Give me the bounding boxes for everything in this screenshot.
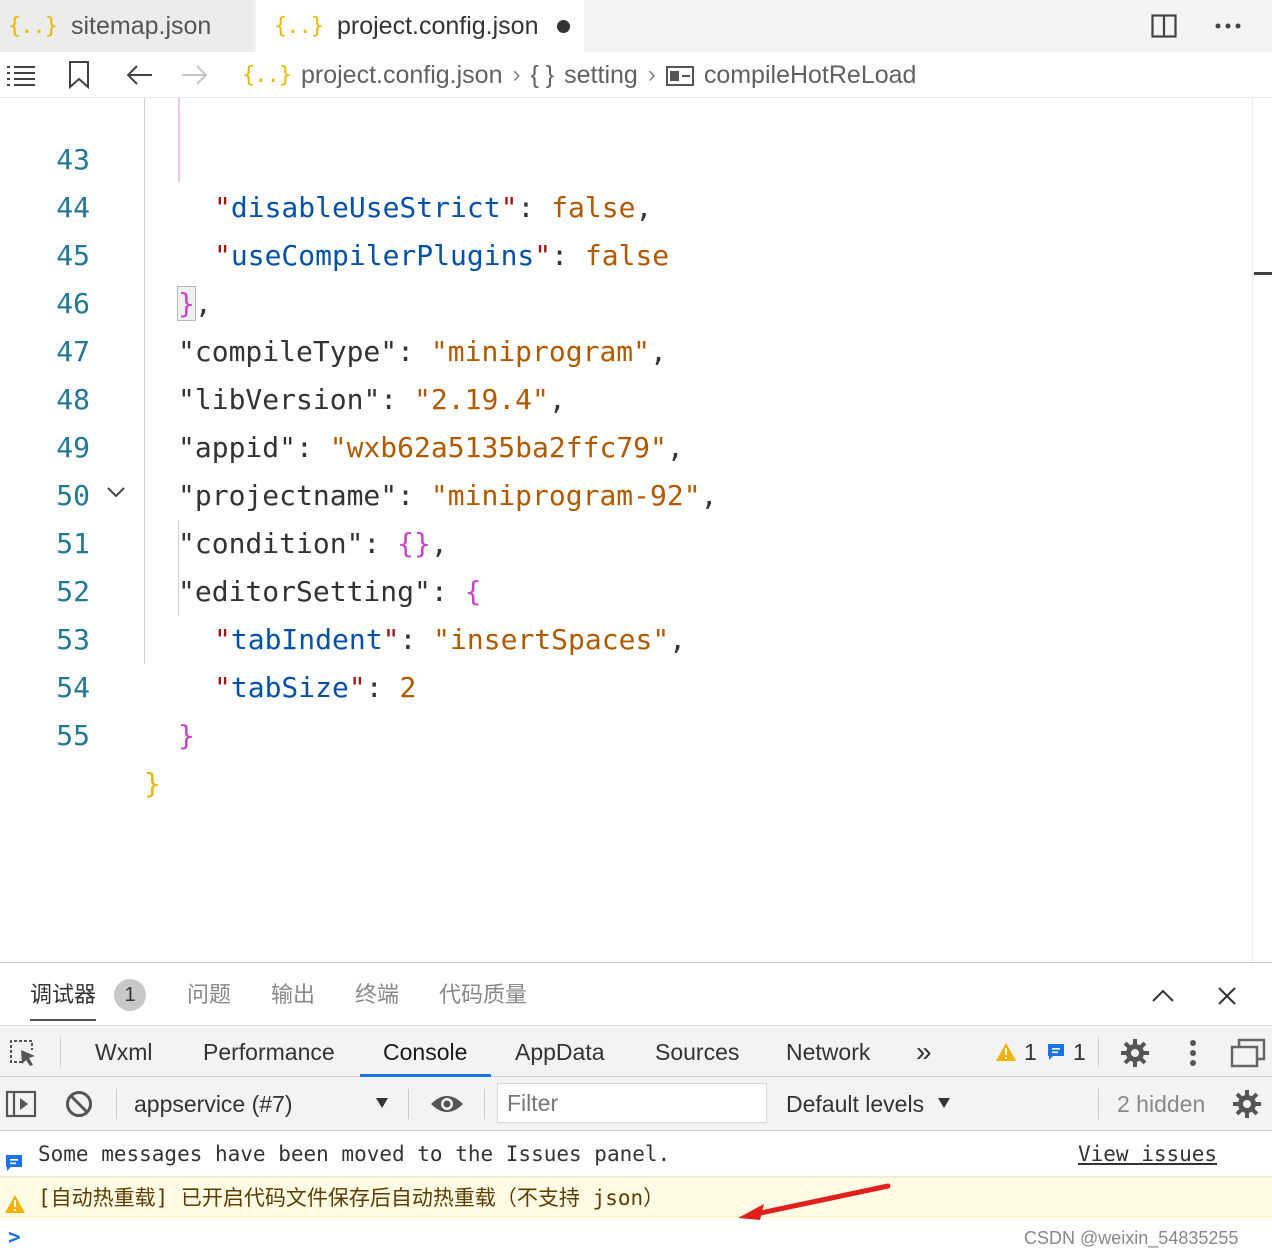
code-line: 44 "useCompilerPlugins": false [0,136,1252,272]
undock-window-icon[interactable] [1228,1036,1268,1070]
prompt-chevron-icon: > [8,1225,21,1249]
code-line: 48 "appid": "wxb62a5135ba2ffc79", [0,328,1252,464]
console-warning-message: [自动热重载] 已开启代码文件保存后自动热重载（不支持 json） [0,1177,1272,1217]
tab-sitemap-json[interactable]: {..} sitemap.json [0,0,254,52]
devtools-tab-console[interactable]: Console [383,1026,467,1078]
breadcrumb-setting[interactable]: setting [564,61,638,90]
json-file-icon: {..} [8,13,58,39]
watermark: CSDN @weixin_54835255 [1024,1228,1239,1248]
hidden-count: 2 hidden [1117,1091,1206,1117]
code-line: 54 } [0,616,1252,752]
code-line: 55 } [0,664,1252,800]
kebab-menu-icon[interactable] [1178,1036,1208,1070]
bottom-panel: 调试器 1 问题 输出 终端 代码质量 Wxml Performance Con… [0,962,1272,1258]
warning-icon[interactable] [994,1040,1018,1064]
chevron-right-icon: › [647,61,656,88]
code-line: 50 "condition": {}, [0,424,1252,560]
breadcrumb: {..} project.config.json › { } setting ›… [242,52,916,98]
code-line: 43 "disableUseStrict": false, [0,98,1252,224]
more-tabs-icon[interactable]: » [916,1026,932,1078]
code-line: 51 "editorSetting": { [0,472,1252,608]
back-arrow-icon[interactable] [122,58,156,92]
panel-tab-terminal[interactable]: 终端 [355,977,399,1009]
boolean-property-icon [665,61,694,90]
tab-label: sitemap.json [70,11,212,40]
inspect-element-icon[interactable] [6,1036,40,1070]
log-levels-dropdown[interactable]: Default levels [786,1077,924,1131]
panel-tab-debugger[interactable]: 调试器 [30,977,96,1009]
devtools-tab-bar: Wxml Performance Console AppData Sources… [0,1025,1272,1077]
warning-icon [4,1187,26,1213]
more-actions-icon[interactable] [1210,8,1246,44]
view-issues-link[interactable]: View issues [1078,1131,1217,1177]
toggle-sidebar-icon[interactable] [4,1089,38,1119]
context-selector[interactable]: appservice (#7) [134,1077,293,1131]
separator [408,1089,409,1119]
annotation-arrow-icon [738,1183,891,1220]
chevron-right-icon: › [512,61,521,88]
breadcrumb-bar: {..} project.config.json › { } setting ›… [0,52,1272,98]
code-line: 53 "tabSize": 2 [0,568,1252,704]
devtools-tab-network[interactable]: Network [786,1026,870,1078]
console-settings-gear-icon[interactable] [1230,1087,1264,1121]
code-line: 52 "tabIndent": "insertSpaces", [0,520,1252,656]
code-line: 47 "libVersion": "2.19.4", [0,280,1252,416]
info-message-icon [4,1143,26,1171]
forward-arrow-icon[interactable] [178,58,212,92]
dropdown-triangle-icon[interactable] [372,1093,392,1113]
settings-gear-icon[interactable] [1118,1036,1152,1070]
devtools-tab-appdata[interactable]: AppData [515,1026,605,1078]
devtools-tab-performance[interactable]: Performance [203,1026,335,1078]
info-message-icon[interactable] [1044,1040,1068,1064]
clear-console-icon[interactable] [62,1089,96,1119]
separator [1098,1089,1099,1119]
code-editor[interactable]: 43 "disableUseStrict": false, 44 "useCom… [0,98,1252,962]
active-tab-indicator [30,1019,96,1021]
bookmark-icon[interactable] [62,58,96,92]
object-braces-icon: { } [530,60,555,89]
code-line: 49 "projectname": "miniprogram-92", [0,376,1252,512]
chevron-up-icon[interactable] [1148,981,1178,1011]
info-count[interactable]: 1 [1073,1026,1086,1078]
json-file-icon: {..} [242,62,292,88]
editor-tab-bar: {..} sitemap.json {..} project.config.js… [0,0,1272,52]
devtools-tab-wxml[interactable]: Wxml [95,1026,152,1078]
dropdown-triangle-icon[interactable] [934,1093,954,1113]
list-icon[interactable] [4,58,38,92]
console-info-message: Some messages have been moved to the Iss… [0,1131,1272,1177]
split-editor-icon[interactable] [1146,8,1182,44]
warning-count[interactable]: 1 [1024,1026,1037,1078]
line-number: 55 [56,719,90,752]
code-line: 45 }, [0,184,1252,321]
close-icon[interactable] [1212,981,1242,1011]
scrollbar-cursor-marker [1254,272,1272,275]
fold-chevron-down-icon[interactable] [104,480,128,504]
breadcrumb-leaf[interactable]: compileHotReLoad [704,61,917,90]
panel-tab-problems[interactable]: 问题 [187,977,231,1009]
editor-scrollbar[interactable] [1252,98,1272,962]
live-expression-eye-icon[interactable] [428,1089,466,1119]
warning-message-text: [自动热重载] 已开启代码文件保存后自动热重载（不支持 json） [38,1186,665,1210]
separator [60,1037,61,1067]
tab-label: project.config.json [336,11,539,40]
json-file-icon: {..} [274,13,324,39]
separator [484,1089,485,1119]
separator [116,1089,117,1119]
filter-input[interactable] [497,1083,767,1123]
code-line: 46 "compileType": "miniprogram", [0,232,1252,368]
separator [1098,1037,1099,1067]
tab-project-config-json[interactable]: {..} project.config.json [256,0,584,52]
console-toolbar: appservice (#7) Default levels 2 hidden [0,1077,1272,1131]
panel-tab-output[interactable]: 输出 [271,977,315,1009]
debugger-count-badge: 1 [114,979,146,1011]
breadcrumb-file[interactable]: project.config.json [301,61,503,90]
panel-tab-code-quality[interactable]: 代码质量 [439,977,527,1009]
info-message-text: Some messages have been moved to the Iss… [38,1142,671,1166]
unsaved-dot-icon[interactable] [556,19,570,33]
devtools-tab-sources[interactable]: Sources [655,1026,739,1078]
panel-tab-bar: 调试器 1 问题 输出 终端 代码质量 [0,963,1272,1025]
